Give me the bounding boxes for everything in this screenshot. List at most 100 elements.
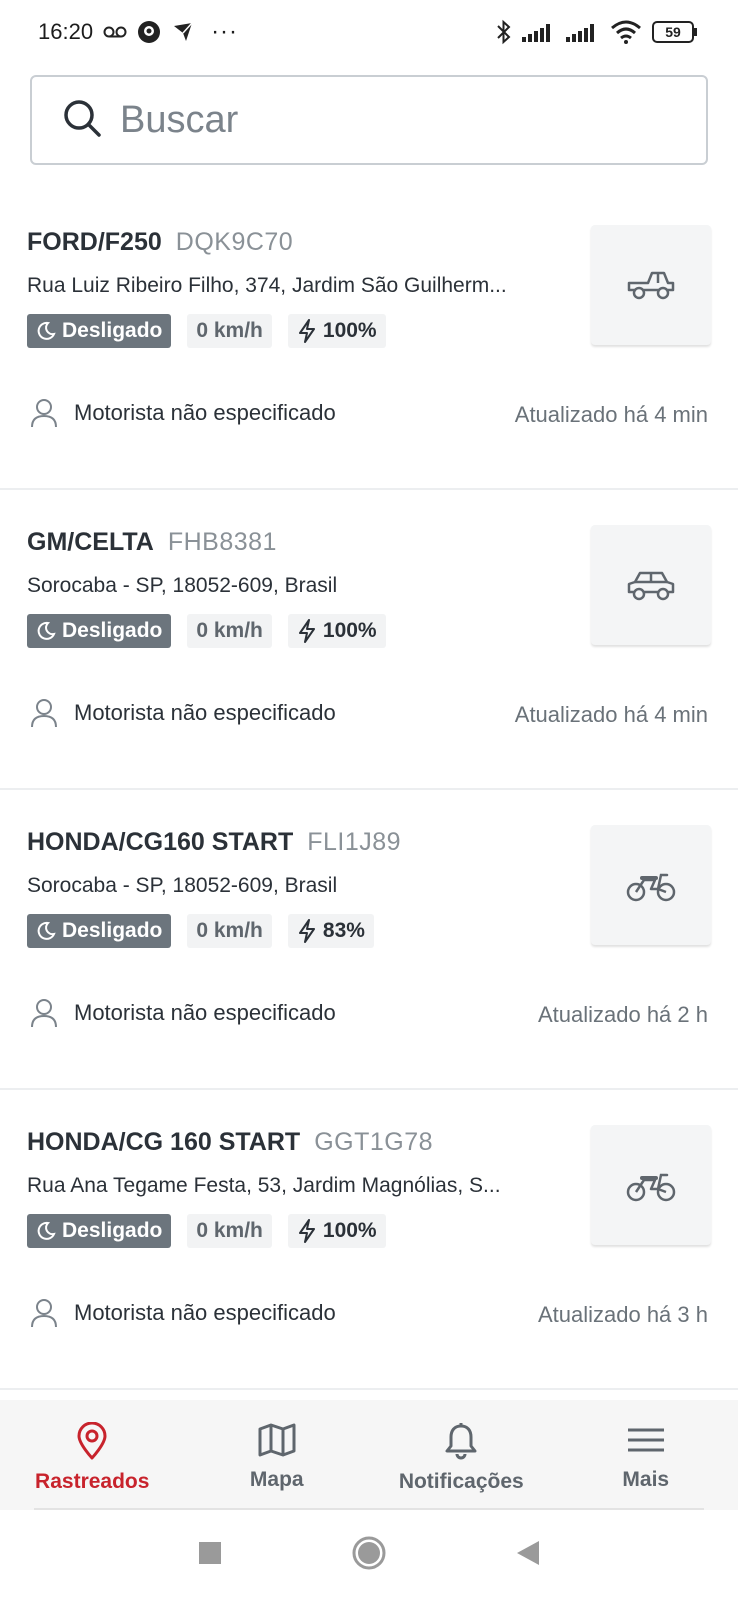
updated-time: Atualizado há 2 h (537, 1002, 708, 1027)
battery-badge: 100% (287, 314, 386, 348)
vehicle-thumbnail[interactable] (591, 525, 711, 645)
vehicle-chips: Desligado 0 km/h 100% (27, 1214, 386, 1248)
driver-label: Motorista não especificado (74, 700, 336, 725)
speed-value: 0 km/h (196, 619, 263, 642)
motorcycle-icon (626, 1173, 676, 1202)
status-bar-right: 59 (496, 19, 698, 45)
bell-icon (445, 1423, 477, 1460)
motorcycle-icon (626, 873, 676, 902)
status-bar-left: 16:20 ··· (38, 18, 238, 46)
vehicle-address: Rua Luiz Ribeiro Filho, 374, Jardim São … (27, 274, 507, 297)
user-icon (31, 1299, 57, 1328)
vehicle-card[interactable]: GM/CELTA FHB8381 Sorocaba - SP, 18052-60… (0, 490, 738, 790)
vehicle-card[interactable]: FORD/F250 DQK9C70 Rua Luiz Ribeiro Filho… (0, 190, 738, 490)
status-badge: Desligado (27, 914, 172, 948)
back-button[interactable] (516, 1540, 540, 1571)
vehicle-model: HONDA/CG 160 START (27, 1128, 301, 1156)
vehicle-title-row: HONDA/CG160 START FLI1J89 (27, 828, 401, 857)
vehicle-model: FORD/F250 (27, 228, 162, 256)
speed-value: 0 km/h (196, 319, 263, 342)
vehicle-chips: Desligado 0 km/h 100% (27, 314, 386, 348)
nav-item-mais[interactable]: Mais (554, 1400, 738, 1510)
vehicle-title-row: HONDA/CG 160 START GGT1G78 (27, 1128, 433, 1157)
user-icon (31, 999, 57, 1028)
speed-value: 0 km/h (196, 1219, 263, 1242)
vehicle-plate: FLI1J89 (307, 828, 402, 856)
vehicle-model: HONDA/CG160 START (27, 828, 294, 856)
battery-badge: 100% (287, 614, 386, 648)
bluetooth-icon (496, 19, 512, 45)
user-icon (31, 699, 57, 728)
speed-badge: 0 km/h (187, 314, 272, 348)
driver-row: Motorista não especificado (30, 1298, 336, 1328)
nav-label: Rastreados (35, 1470, 150, 1493)
vehicle-thumbnail[interactable] (591, 825, 711, 945)
battery-value: 100% (322, 619, 377, 642)
vehicle-title-row: FORD/F250 DQK9C70 (27, 228, 293, 257)
nav-item-notificacoes[interactable]: Notificações (369, 1400, 554, 1510)
status-badge: Desligado (27, 614, 172, 648)
status-time: 16:20 (38, 19, 94, 44)
nav-label: Notificações (398, 1470, 524, 1493)
signal-icon-2 (566, 22, 600, 42)
vehicle-card[interactable]: HONDA/CG 160 START GGT1G78 Rua Ana Tegam… (0, 1090, 738, 1390)
home-button[interactable] (352, 1536, 386, 1575)
status-bar: 16:20 ··· 59 (0, 0, 738, 64)
bottom-navigation: Rastreados Mapa Notificações Mais (0, 1400, 738, 1510)
status-label: Desligado (62, 919, 163, 942)
nav-item-mapa[interactable]: Mapa (185, 1400, 370, 1510)
nav-item-rastreados[interactable]: Rastreados (0, 1400, 185, 1510)
status-badge: Desligado (27, 1214, 172, 1248)
voicemail-icon (103, 25, 127, 39)
user-icon (31, 399, 57, 428)
lightning-icon (298, 919, 315, 943)
vehicle-title-row: GM/CELTA FHB8381 (27, 528, 277, 557)
moon-icon (37, 1221, 56, 1240)
vehicle-model: GM/CELTA (27, 528, 154, 556)
moon-icon (37, 921, 56, 940)
system-navigation-bar (0, 1510, 738, 1600)
updated-time: Atualizado há 3 h (537, 1302, 708, 1327)
nav-label: Mais (622, 1468, 670, 1491)
more-notifications-indicator: ··· (211, 18, 239, 45)
circle-icon (352, 1536, 386, 1569)
battery-value: 100% (322, 1219, 377, 1242)
search-input[interactable] (120, 98, 660, 142)
location-pin-icon (77, 1422, 107, 1460)
driver-row: Motorista não especificado (30, 998, 336, 1028)
speed-badge: 0 km/h (187, 1214, 272, 1248)
app-screen: 16:20 ··· 59 Buscar FORD/F250 DQK9C70 Ru… (0, 0, 738, 1600)
vehicle-address: Sorocaba - SP, 18052-609, Brasil (27, 874, 338, 897)
status-label: Desligado (62, 1219, 163, 1242)
battery-value: 83% (322, 919, 365, 942)
lightning-icon (298, 1219, 315, 1243)
app-notification-icon (137, 20, 161, 44)
status-label: Desligado (62, 319, 163, 342)
triangle-back-icon (517, 1540, 539, 1565)
speed-value: 0 km/h (196, 919, 263, 942)
driver-label: Motorista não especificado (74, 1300, 336, 1325)
driver-label: Motorista não especificado (74, 1000, 336, 1025)
vehicle-address: Rua Ana Tegame Festa, 53, Jardim Magnóli… (27, 1174, 501, 1197)
vehicle-thumbnail[interactable] (591, 225, 711, 345)
recent-apps-button[interactable] (198, 1541, 222, 1570)
moon-icon (37, 321, 56, 340)
vehicle-plate: DQK9C70 (175, 228, 294, 256)
menu-icon (627, 1428, 664, 1452)
speed-badge: 0 km/h (187, 614, 272, 648)
driver-row: Motorista não especificado (30, 398, 336, 428)
send-notification-icon (171, 20, 195, 44)
driver-label: Motorista não especificado (74, 400, 336, 425)
search-bar[interactable] (30, 75, 708, 165)
nav-label: Mapa (249, 1468, 304, 1491)
lightning-icon (298, 619, 315, 643)
vehicle-chips: Desligado 0 km/h 100% (27, 614, 386, 648)
moon-icon (37, 621, 56, 640)
square-icon (199, 1541, 221, 1564)
car-icon (627, 571, 675, 601)
driver-row: Motorista não especificado (30, 698, 336, 728)
vehicle-card[interactable]: HONDA/CG160 START FLI1J89 Sorocaba - SP,… (0, 790, 738, 1090)
vehicle-plate: GGT1G78 (314, 1128, 434, 1156)
vehicle-thumbnail[interactable] (591, 1125, 711, 1245)
battery-badge: 83% (287, 914, 374, 948)
